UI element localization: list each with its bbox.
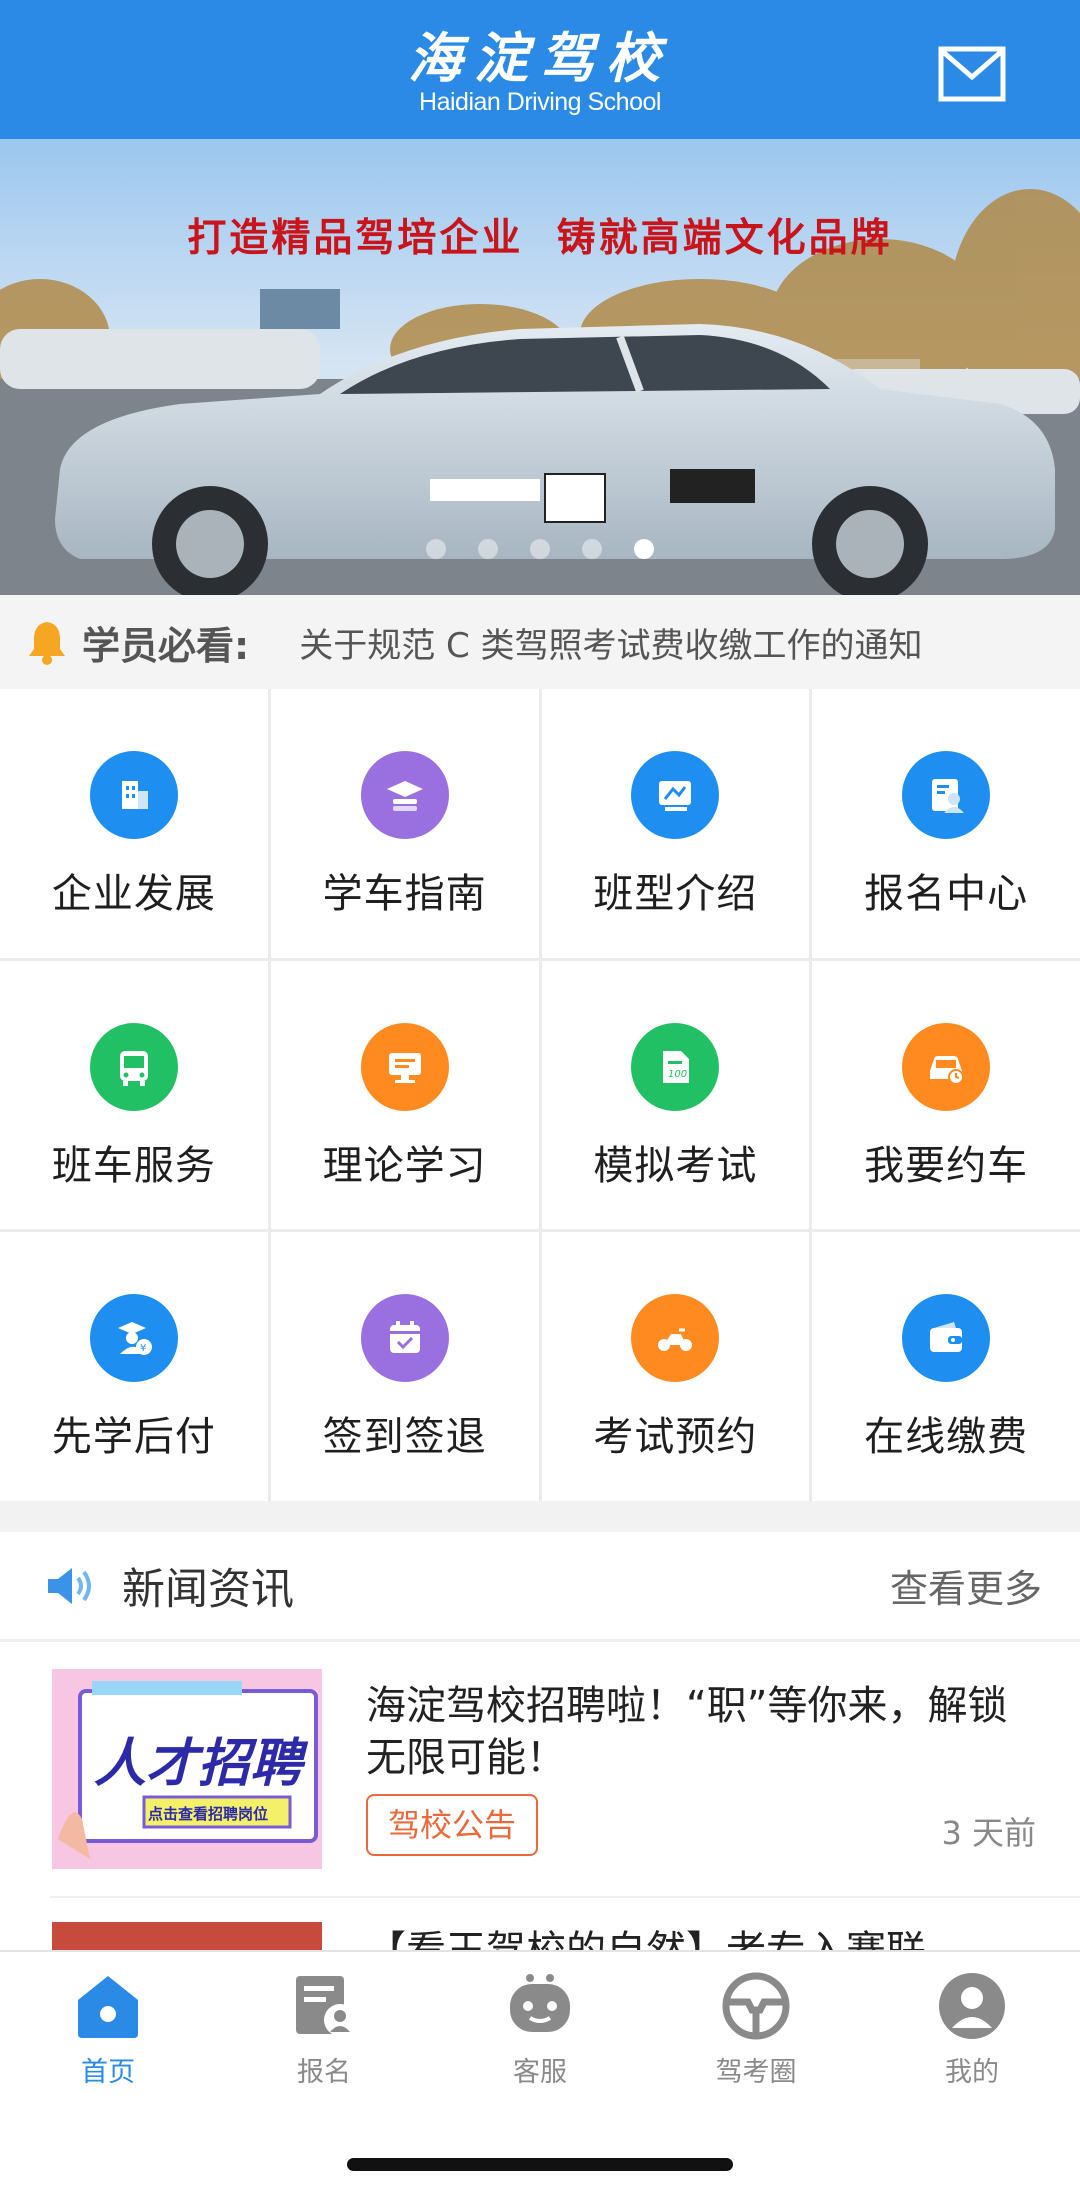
tab-label: 首页: [81, 2057, 135, 2088]
grid-item-company-development[interactable]: 企业发展: [0, 689, 268, 958]
thumbnail-button: 点击查看招聘岗位: [148, 1805, 269, 1823]
grid-item-registration-center[interactable]: 报名中心: [812, 689, 1080, 958]
carousel-dot[interactable]: [426, 539, 446, 559]
grid-item-check-in-out[interactable]: 签到签退: [270, 1232, 539, 1501]
thumbnail-title: 人才招聘: [94, 1734, 303, 1794]
banner-carousel[interactable]: 打造精品驾培企业 铸就高端文化品牌: [0, 139, 1080, 595]
grid-item-shuttle-service[interactable]: 班车服务: [0, 960, 268, 1230]
news-thumbnail: 人才招聘 点击查看招聘岗位: [52, 1669, 322, 1869]
motorcycle-icon: [631, 1294, 720, 1383]
tab-register[interactable]: 报名: [216, 1952, 432, 2102]
carousel-dot-active[interactable]: [634, 539, 654, 559]
grid-item-label: 理论学习: [322, 1142, 487, 1189]
grid-item-label: 学车指南: [322, 871, 487, 917]
app-screen: 海淀驾校 Haidian Driving School 打造精品驾培企业 铸就高…: [0, 0, 1080, 2192]
carousel-dots: [0, 539, 1080, 559]
news-item-title: 海淀驾校招聘啦！“职”等你来，解锁无限可能！: [366, 1683, 1008, 1781]
tab-customer-service[interactable]: 客服: [432, 1952, 648, 2102]
building-icon: [89, 751, 178, 839]
banner-slogan: 打造精品驾培企业 铸就高端文化品牌: [187, 215, 893, 261]
tab-label: 客服: [513, 2057, 567, 2088]
home-icon: [78, 1976, 138, 2038]
grid-item-label: 模拟考试: [593, 1142, 758, 1189]
news-item[interactable]: 人才招聘 点击查看招聘岗位 海淀驾校招聘啦！“职”等你来，解锁无限可能！ 驾校公…: [50, 1642, 1080, 1898]
grid-item-label: 企业发展: [51, 871, 216, 917]
grid-item-mock-exam[interactable]: 100 模拟考试: [541, 960, 810, 1230]
exam-paper-icon: 100: [631, 1022, 720, 1111]
grid-item-label: 先学后付: [51, 1414, 216, 1461]
monitor-icon: [360, 1022, 449, 1111]
news-section-title: 新闻资讯: [122, 1564, 294, 1615]
svg-text:100: 100: [668, 1069, 687, 1080]
news-section: 新闻资讯 查看更多 人才招聘 点击查看招聘岗位 海淀驾校招聘啦！“职”等你来，解…: [0, 1532, 1080, 1958]
grid-item-online-payment[interactable]: 在线缴费: [812, 1232, 1080, 1501]
wallet-icon: [902, 1294, 991, 1383]
tab-label: 我的: [945, 2057, 999, 2088]
view-more-link[interactable]: 查看更多: [890, 1558, 1042, 1613]
grid-item-exam-booking[interactable]: 考试预约: [541, 1232, 810, 1501]
graduation-cap-icon: [360, 751, 449, 839]
logo-chinese: 海淀驾校: [408, 26, 672, 90]
notice-text[interactable]: 关于规范 C 类驾照考试费收缴工作的通知: [299, 618, 922, 667]
user-icon: [939, 1973, 1005, 2039]
home-indicator: [347, 2158, 733, 2171]
grid-item-label: 我要约车: [864, 1142, 1029, 1189]
tab-label: 报名: [297, 2057, 351, 2088]
grid-item-label: 报名中心: [864, 871, 1029, 917]
car-clock-icon: [902, 1022, 991, 1111]
grid-item-learning-guide[interactable]: 学车指南: [270, 689, 539, 958]
carousel-dot[interactable]: [582, 539, 602, 559]
app-header: 海淀驾校 Haidian Driving School: [0, 0, 1080, 139]
tab-driving-circle[interactable]: 驾考圈: [648, 1952, 864, 2102]
student-yuan-icon: ¥: [89, 1294, 178, 1383]
grid-item-book-car[interactable]: 我要约车: [812, 960, 1080, 1230]
grid-item-label: 在线缴费: [864, 1414, 1029, 1461]
board-icon: [631, 751, 720, 839]
notice-label: 学员必看:: [82, 623, 250, 668]
feature-grid: 企业发展 学车指南 班型介绍 报名中心 班车服务 理论学习 100 模拟考试 我…: [0, 689, 1080, 1501]
tab-home[interactable]: 首页: [0, 1952, 216, 2102]
calendar-check-icon: [360, 1294, 449, 1383]
grid-item-class-types[interactable]: 班型介绍: [541, 689, 810, 958]
grid-item-label: 考试预约: [593, 1414, 758, 1461]
speaker-icon: [48, 1567, 91, 1604]
news-item-time: 3 天前: [941, 1814, 1036, 1852]
register-form-icon: [296, 1976, 356, 2036]
mail-icon[interactable]: [938, 46, 1006, 102]
bus-icon: [89, 1022, 178, 1111]
news-header: 新闻资讯 查看更多: [0, 1532, 1080, 1642]
grid-item-learn-first-pay-later[interactable]: ¥ 先学后付: [0, 1232, 268, 1501]
carousel-dot[interactable]: [530, 539, 550, 559]
tab-label: 驾考圈: [715, 2057, 797, 2088]
notice-bar[interactable]: 学员必看: 关于规范 C 类驾照考试费收缴工作的通知: [0, 595, 1080, 689]
registration-icon: [902, 751, 991, 839]
robot-service-icon: [510, 1974, 570, 2032]
logo-english: Haidian Driving School: [419, 88, 661, 116]
grid-item-label: 签到签退: [322, 1414, 487, 1461]
news-item-tag: 驾校公告: [366, 1794, 539, 1856]
school-logo: 海淀驾校 Haidian Driving School: [0, 28, 1080, 116]
svg-text:¥: ¥: [140, 1343, 146, 1354]
grid-item-label: 班车服务: [51, 1142, 216, 1189]
tab-mine[interactable]: 我的: [864, 1952, 1080, 2102]
carousel-dot[interactable]: [478, 539, 498, 559]
steering-wheel-icon: [722, 1972, 790, 2040]
grid-item-label: 班型介绍: [593, 871, 758, 917]
bottom-tab-bar: 首页 报名 客服 驾考圈 我的: [0, 1950, 1080, 2192]
grid-item-theory-study[interactable]: 理论学习: [270, 960, 539, 1230]
news-item[interactable]: 【看王驾校的自然】老专入赛联: [50, 1898, 1080, 1958]
bell-icon: [29, 622, 65, 665]
